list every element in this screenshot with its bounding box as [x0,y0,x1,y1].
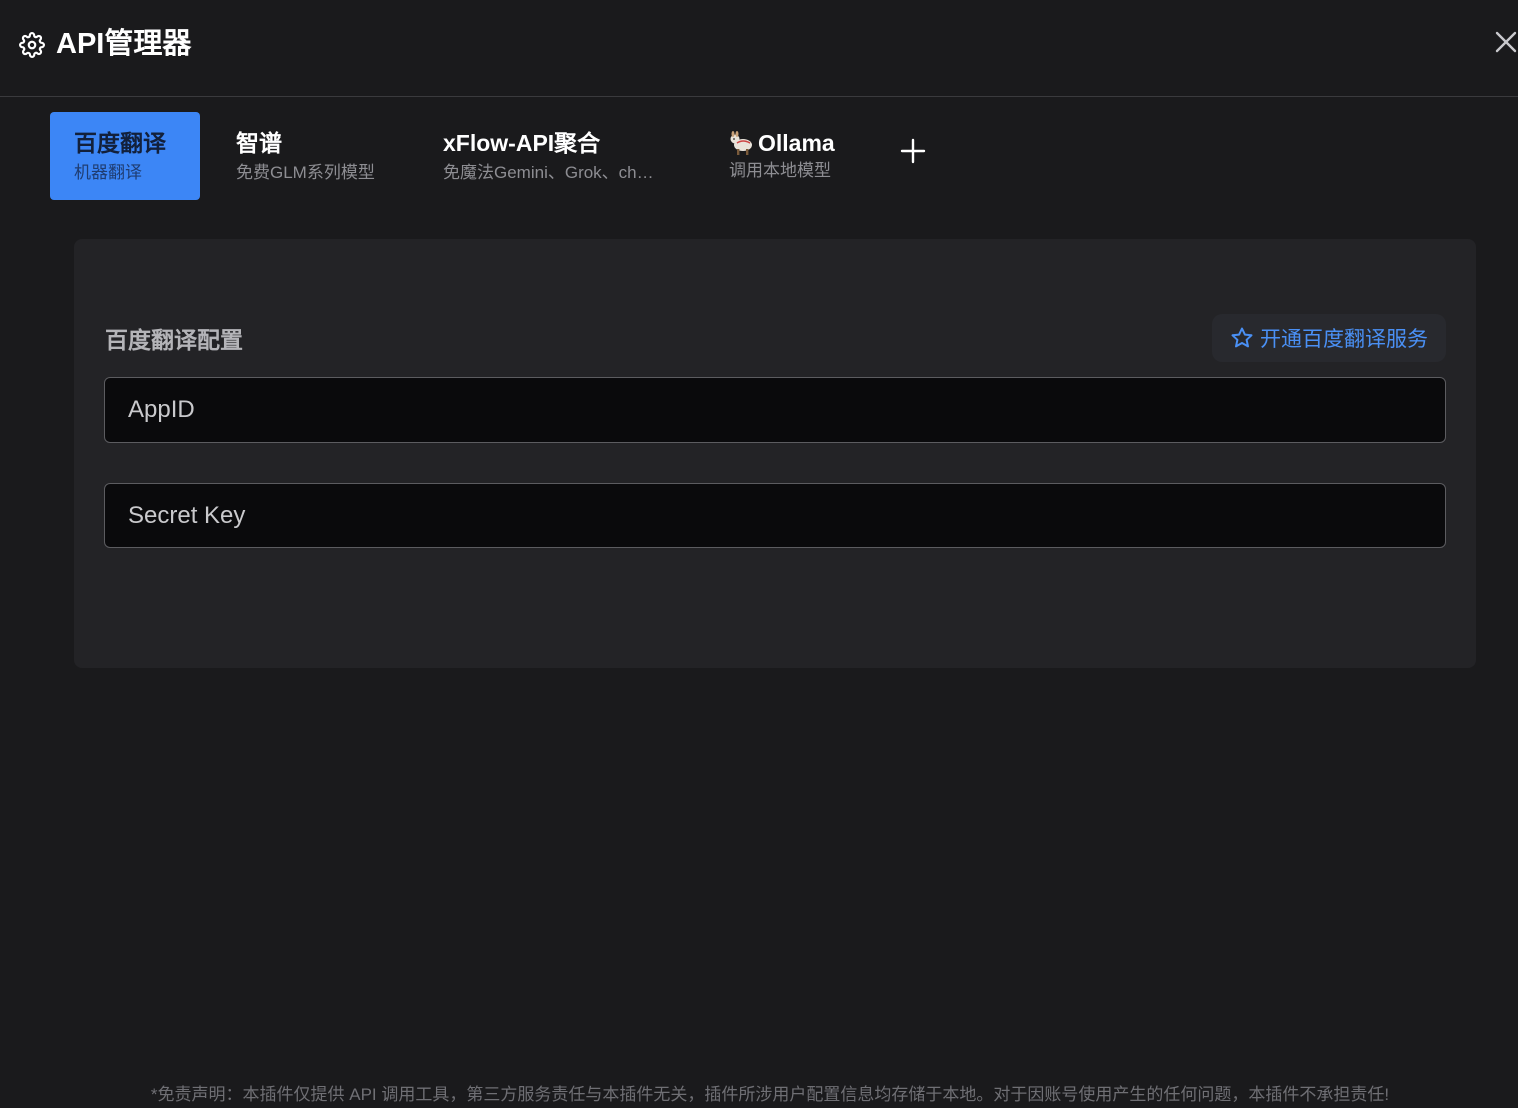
tab-ollama[interactable]: Ollama 调用本地模型 [705,112,875,200]
tab-subtitle: 调用本地模型 [729,161,831,180]
disclaimer-text: *免责声明：本插件仅提供 API 调用工具，第三方服务责任与本插件无关，插件所涉… [150,1085,1390,1104]
close-icon[interactable] [1490,27,1518,57]
tab-baidu-translate[interactable]: 百度翻译 机器翻译 [50,112,200,200]
tab-subtitle: 免魔法Gemini、Grok、ch… [443,163,654,182]
tab-title: xFlow-API聚合 [443,130,601,156]
tab-xflow-api[interactable]: xFlow-API聚合 免魔法Gemini、Grok、ch… [419,112,699,200]
open-service-button[interactable]: 开通百度翻译服务 [1212,314,1446,362]
tab-subtitle: 免费GLM系列模型 [236,163,375,182]
config-panel: 百度翻译配置 开通百度翻译服务 [74,239,1476,668]
secret-key-input[interactable] [104,483,1446,548]
dialog-title: API管理器 [56,28,192,60]
dialog-header: API管理器 [0,0,1518,97]
appid-input[interactable] [104,377,1446,443]
gear-icon [19,32,45,58]
config-title: 百度翻译配置 [105,327,243,353]
open-service-label: 开通百度翻译服务 [1260,328,1428,351]
tab-title-row: Ollama [729,128,851,158]
tab-zhipu[interactable]: 智谱 免费GLM系列模型 [212,112,412,200]
tab-title: Ollama [758,130,835,156]
tab-title: 百度翻译 [74,130,166,156]
provider-tabs: 百度翻译 机器翻译 智谱 免费GLM系列模型 xFlow-API聚合 免魔法Ge… [0,97,1518,217]
tab-subtitle: 机器翻译 [74,163,142,182]
llama-icon [730,131,752,155]
plus-icon[interactable] [896,134,930,168]
tab-title: 智谱 [236,130,282,156]
star-icon [1231,327,1253,348]
